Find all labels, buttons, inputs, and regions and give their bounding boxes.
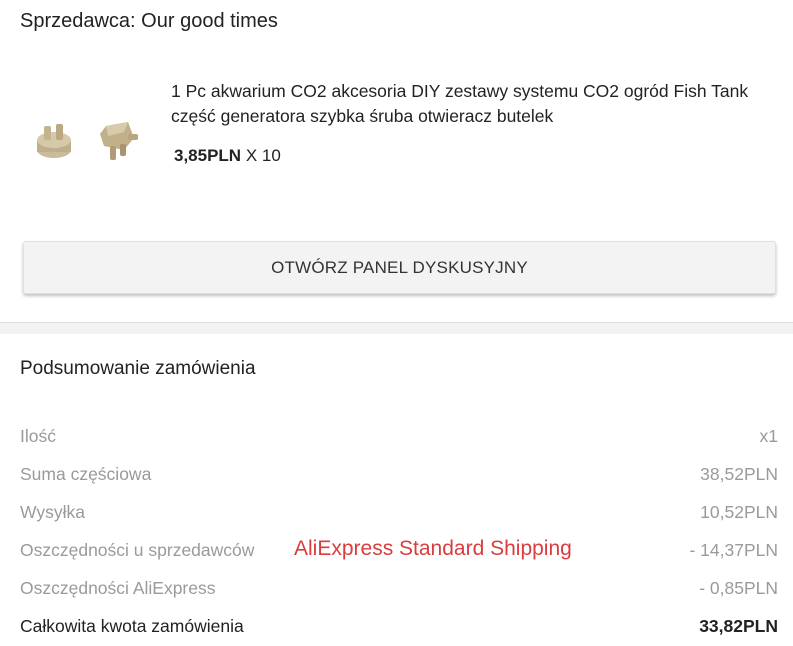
summary-row-shipping: Wysyłka 10,52PLN bbox=[20, 502, 778, 526]
summary-value: - 0,85PLN bbox=[699, 578, 778, 598]
summary-value: 38,52PLN bbox=[700, 464, 778, 484]
summary-label: Oszczędności u sprzedawców bbox=[20, 540, 255, 560]
summary-label: Oszczędności AliExpress bbox=[20, 578, 216, 598]
unit-price: 3,85PLN bbox=[174, 146, 242, 165]
seller-name[interactable]: Sprzedawca: Our good times bbox=[20, 10, 278, 33]
order-summary-title: Podsumowanie zamówienia bbox=[20, 358, 256, 379]
summary-value: - 14,37PLN bbox=[689, 540, 778, 560]
price-line: 3,85PLN X 10 bbox=[174, 146, 281, 166]
co2-fitting-icon bbox=[37, 122, 138, 160]
summary-label: Ilość bbox=[20, 426, 56, 446]
summary-value: 33,82PLN bbox=[699, 616, 778, 636]
section-divider bbox=[0, 322, 793, 334]
summary-label: Wysyłka bbox=[20, 502, 85, 522]
summary-row-subtotal: Suma częściowa 38,52PLN bbox=[20, 464, 778, 488]
summary-label: Suma częściowa bbox=[20, 464, 152, 484]
product-title[interactable]: 1 Pc akwarium CO2 akcesoria DIY zestawy … bbox=[171, 79, 771, 129]
summary-label: Całkowita kwota zamówienia bbox=[20, 616, 244, 636]
product-image[interactable] bbox=[24, 98, 154, 208]
summary-row-quantity: Ilość x1 bbox=[20, 426, 778, 450]
summary-row-total: Całkowita kwota zamówienia 33,82PLN bbox=[20, 616, 778, 640]
open-chat-button[interactable]: OTWÓRZ PANEL DYSKUSYJNY bbox=[23, 241, 776, 294]
item-quantity: X 10 bbox=[241, 146, 281, 165]
summary-value: 10,52PLN bbox=[700, 502, 778, 522]
summary-row-aliexpress-savings: Oszczędności AliExpress - 0,85PLN bbox=[20, 578, 778, 602]
summary-value: x1 bbox=[759, 426, 778, 446]
shipping-method-label: AliExpress Standard Shipping bbox=[294, 537, 572, 560]
